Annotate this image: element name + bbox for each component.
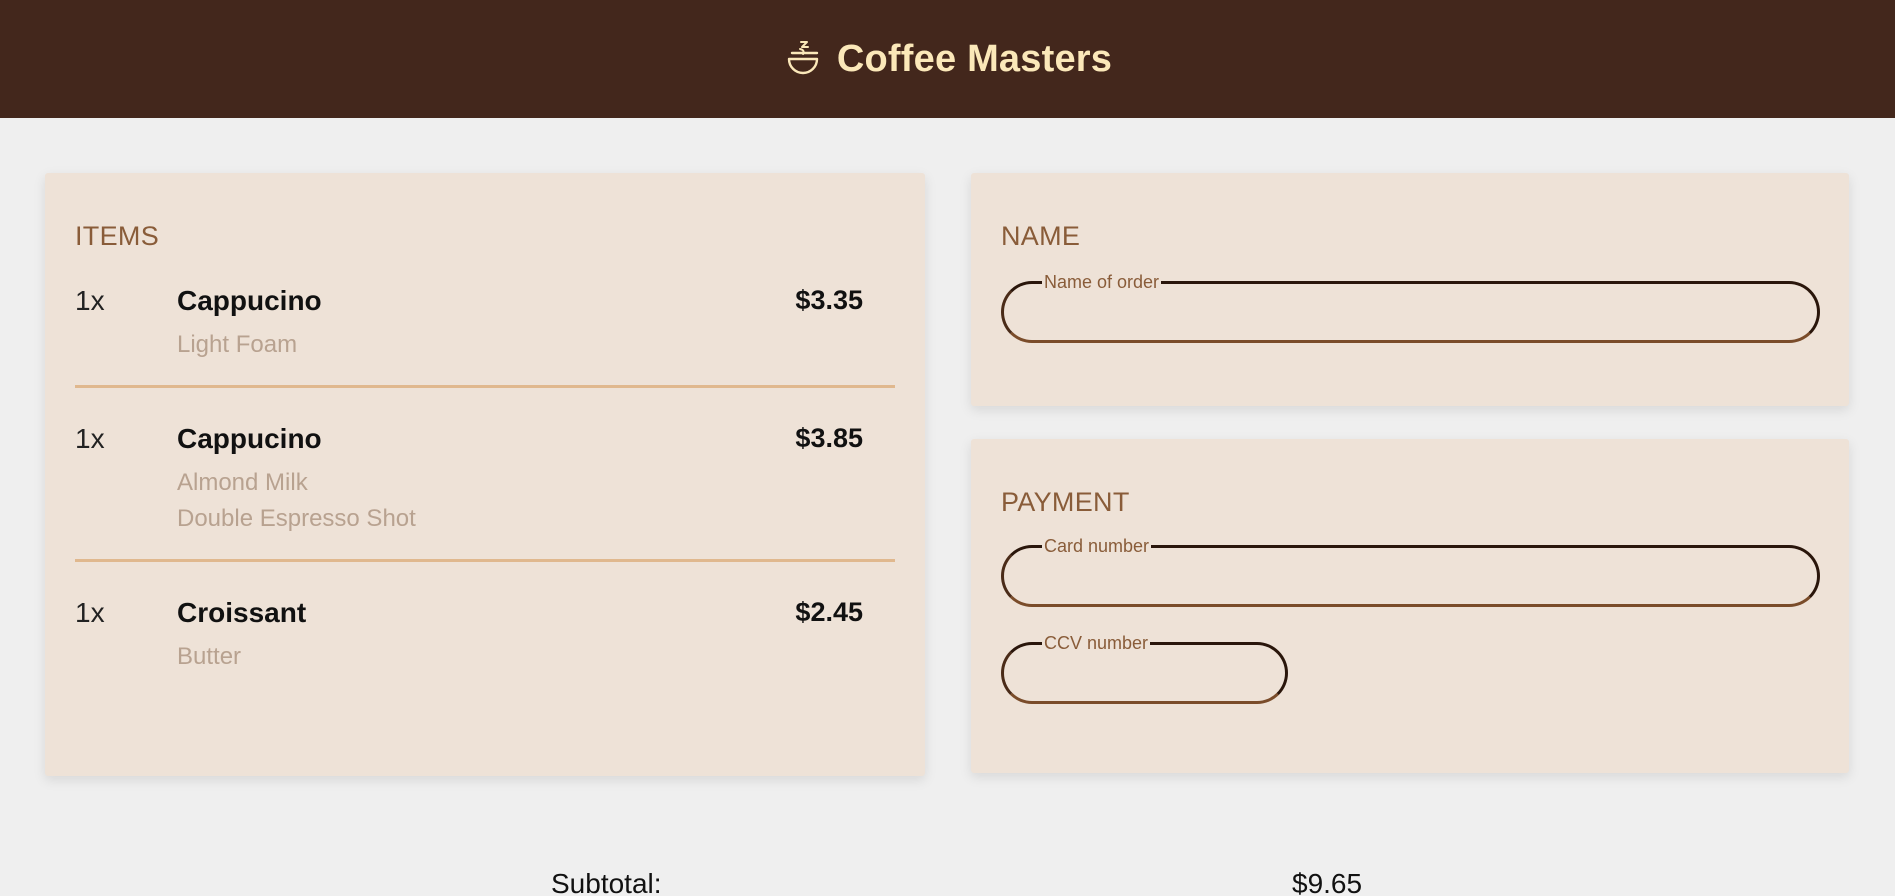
coffee-cup-icon xyxy=(787,41,819,75)
card-number-label: Card number xyxy=(1044,536,1150,556)
item-price: $3.85 xyxy=(795,423,863,453)
payment-title: PAYMENT xyxy=(1001,487,1130,517)
items-card: ITEMS 1x Cappucino $3.35 Light Foam 1x C… xyxy=(45,173,925,776)
subtotal-label: Subtotal: xyxy=(551,868,662,896)
ccv-number-field: CCV number xyxy=(1001,634,1288,704)
app-title: Coffee Masters xyxy=(836,37,1113,80)
main-content: ITEMS 1x Cappucino $3.35 Light Foam 1x C… xyxy=(0,118,1895,896)
card-number-input[interactable] xyxy=(1020,555,1799,595)
subtotal-value: $9.65 xyxy=(1292,868,1363,896)
card-number-field: Card number xyxy=(1001,537,1820,607)
name-of-order-input[interactable] xyxy=(1020,291,1799,331)
name-of-order-field: Name of order xyxy=(1001,273,1820,343)
item-option: Double Espresso Shot xyxy=(177,505,416,532)
item-quantity: 1x xyxy=(75,285,105,316)
item-name: Cappucino xyxy=(177,285,322,316)
item-option: Light Foam xyxy=(177,331,298,358)
item-divider xyxy=(75,559,895,562)
item-options: Almond Milk Double Espresso Shot xyxy=(177,465,416,537)
ccv-number-label: CCV number xyxy=(1044,633,1149,653)
name-card: NAME Name of order xyxy=(971,173,1849,406)
item-name: Croissant xyxy=(177,597,307,628)
ccv-number-input[interactable] xyxy=(1020,652,1267,692)
item-price: $2.45 xyxy=(795,597,863,627)
name-title: NAME xyxy=(1001,221,1081,251)
name-of-order-label: Name of order xyxy=(1044,272,1160,292)
item-name: Cappucino xyxy=(177,423,322,454)
item-quantity: 1x xyxy=(75,423,105,454)
item-options: Light Foam xyxy=(177,327,297,363)
app-header: Coffee Masters xyxy=(0,0,1895,118)
item-price: $3.35 xyxy=(795,285,863,315)
items-title: ITEMS xyxy=(75,221,160,251)
item-option: Almond Milk xyxy=(177,469,308,496)
item-options: Butter xyxy=(177,639,241,675)
item-option: Butter xyxy=(177,643,242,670)
item-divider xyxy=(75,385,895,388)
item-quantity: 1x xyxy=(75,597,105,628)
payment-card: PAYMENT Card number CCV number xyxy=(971,439,1849,773)
